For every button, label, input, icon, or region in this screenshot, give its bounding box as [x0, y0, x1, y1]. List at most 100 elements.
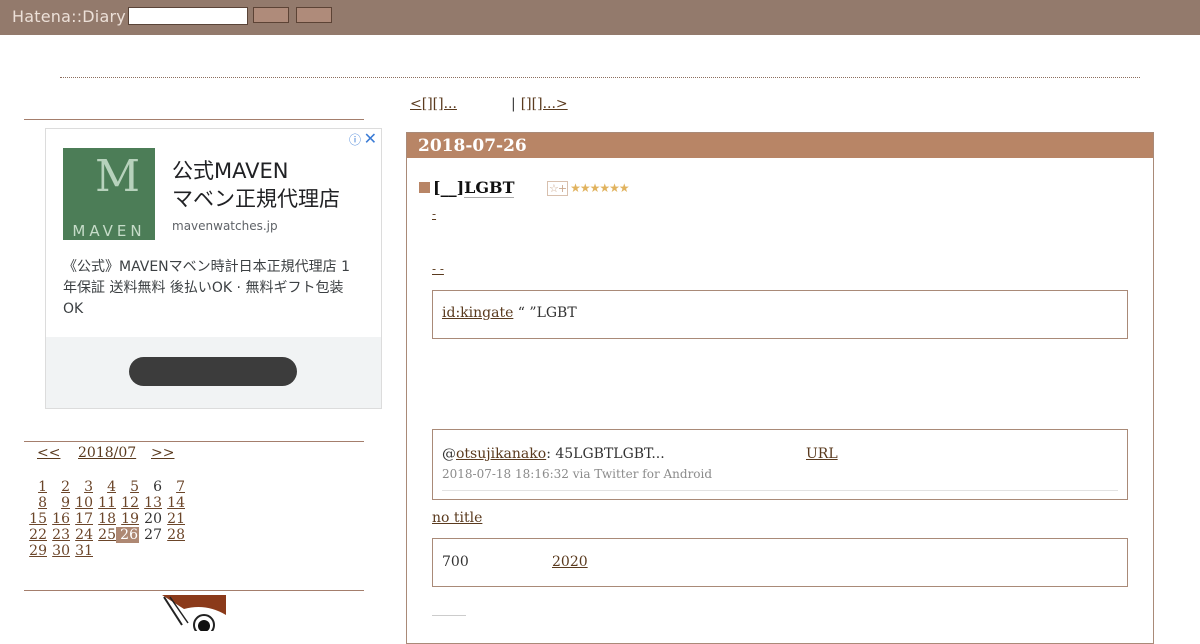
info-icon[interactable]: ⓘ — [349, 131, 361, 148]
entry-date[interactable]: 2018-07-26 — [407, 133, 1153, 158]
calendar-day-link[interactable]: 3 — [84, 479, 93, 495]
search-button[interactable] — [253, 7, 289, 23]
calendar-day-link[interactable]: 12 — [121, 495, 139, 511]
ad-headline-line2: マベン正規代理店 — [172, 187, 340, 211]
header-divider — [60, 77, 1140, 78]
calendar-day[interactable]: 10 — [70, 495, 93, 511]
calendar-day[interactable]: 13 — [139, 495, 162, 511]
calendar-day[interactable]: 31 — [70, 543, 93, 559]
calendar-day-link[interactable]: 1 — [38, 479, 47, 495]
site-logo[interactable]: Hatena::Diary — [12, 7, 126, 26]
add-star-icon[interactable]: ☆+ — [547, 181, 569, 196]
calendar-day[interactable]: 9 — [47, 495, 70, 511]
calendar-day[interactable]: 12 — [116, 495, 139, 511]
nav-separator: | — [511, 96, 516, 112]
calendar-day-link[interactable]: 19 — [121, 511, 139, 527]
calendar-day[interactable]: 1 — [24, 479, 47, 495]
section-marker-icon[interactable] — [419, 182, 430, 193]
calendar-day-link[interactable]: 9 — [61, 495, 70, 511]
calendar-day[interactable]: 16 — [47, 511, 70, 527]
calendar-day-link[interactable]: 26 — [119, 527, 139, 543]
diary-entry: 2018-07-26 [__]LGBT ☆+ ★★★★★★ - - - id:ki… — [406, 132, 1154, 644]
ad-logo-word: MAVEN — [72, 222, 146, 240]
ad-domain[interactable]: mavenwatches.jp — [172, 219, 278, 233]
entry-link-2[interactable]: - - — [432, 262, 542, 276]
tweet-url-link[interactable]: URL — [806, 446, 838, 462]
calendar-day[interactable]: 5 — [116, 479, 139, 495]
calendar-next-link[interactable]: >> — [151, 445, 174, 461]
calendar-day[interactable]: 8 — [24, 495, 47, 511]
calendar-week: 22 23 24 25 26 27 28 — [24, 527, 185, 543]
no-title-link[interactable]: no title — [432, 510, 482, 526]
calendar-day[interactable]: 18 — [93, 511, 116, 527]
calendar-day[interactable]: 15 — [24, 511, 47, 527]
prev-entry-link[interactable]: <[][]... — [410, 96, 506, 112]
section-category[interactable]: [__] — [433, 178, 464, 197]
sidebar-divider-calendar — [24, 441, 364, 442]
ad-description[interactable]: 《公式》MAVENマベン時計日本正規代理店 1年保証 送料無料 後払いOK · … — [63, 257, 358, 320]
calendar-day-link[interactable]: 15 — [29, 511, 47, 527]
calendar-day-link[interactable]: 21 — [167, 511, 185, 527]
calendar-day-link[interactable]: 4 — [107, 479, 116, 495]
calendar-day-link[interactable]: 2 — [61, 479, 70, 495]
calendar-day-link[interactable]: 13 — [144, 495, 162, 511]
quote3-link[interactable]: 2020 — [552, 554, 588, 570]
ad-logo[interactable]: M MAVEN — [63, 148, 155, 240]
calendar-day-link[interactable]: 14 — [167, 495, 185, 511]
calendar-day-link[interactable]: 22 — [29, 527, 47, 543]
quote1-user-link[interactable]: id:kingate — [442, 305, 513, 321]
calendar-day-link[interactable]: 5 — [130, 479, 139, 495]
calendar-day-link[interactable]: 28 — [167, 527, 185, 543]
calendar-day: 20 — [139, 511, 162, 527]
calendar-day[interactable]: 24 — [70, 527, 93, 543]
tweet-user-link[interactable]: otsujikanako — [456, 446, 546, 462]
calendar-day-link[interactable]: 25 — [98, 527, 116, 543]
calendar-day-link[interactable]: 24 — [75, 527, 93, 543]
mascot-image — [162, 595, 226, 631]
calendar-day-text: 20 — [144, 511, 162, 527]
close-icon[interactable]: ✕ — [364, 129, 377, 148]
calendar-day[interactable]: 21 — [162, 511, 185, 527]
calendar-day[interactable]: 30 — [47, 543, 70, 559]
calendar-day-link[interactable]: 17 — [75, 511, 93, 527]
diary-search-button[interactable] — [296, 7, 332, 23]
calendar-day-link[interactable]: 31 — [75, 543, 93, 559]
calendar-prev-link[interactable]: << — [37, 445, 60, 461]
calendar-day[interactable]: 19 — [116, 511, 139, 527]
star-rating: ☆+ ★★★★★★ — [547, 181, 630, 196]
entry-link-1[interactable]: - — [432, 207, 486, 221]
calendar-day-link[interactable]: 18 — [98, 511, 116, 527]
calendar-day-link[interactable]: 16 — [52, 511, 70, 527]
calendar-day[interactable]: 29 — [24, 543, 47, 559]
calendar-day[interactable]: 25 — [93, 527, 116, 543]
calendar-day[interactable]: 17 — [70, 511, 93, 527]
calendar-day-link[interactable]: 11 — [98, 495, 116, 511]
calendar-week: 29 30 31 — [24, 543, 185, 559]
calendar-day-link[interactable]: 23 — [52, 527, 70, 543]
calendar-day-link[interactable]: 7 — [176, 479, 185, 495]
calendar-day[interactable]: 2 — [47, 479, 70, 495]
next-entry-link[interactable]: [][]...> — [521, 96, 625, 112]
calendar-day[interactable]: 4 — [93, 479, 116, 495]
calendar-day[interactable]: 23 — [47, 527, 70, 543]
calendar-day[interactable]: 11 — [93, 495, 116, 511]
calendar-day-link[interactable]: 30 — [52, 543, 70, 559]
quote-box-1: id:kingate “ ”LGBT — [432, 290, 1128, 339]
ad-headline-line1: 公式MAVEN — [172, 159, 289, 183]
calendar-day[interactable]: 7 — [162, 479, 185, 495]
calendar-day[interactable]: 3 — [70, 479, 93, 495]
calendar-day-link[interactable]: 8 — [38, 495, 47, 511]
calendar-day[interactable]: 14 — [162, 495, 185, 511]
calendar-day-link[interactable]: 10 — [75, 495, 93, 511]
calendar-day-link[interactable]: 29 — [29, 543, 47, 559]
ad-cta-button[interactable] — [129, 357, 297, 386]
calendar-month-link[interactable]: 2018/07 — [78, 445, 136, 461]
stars-icon[interactable]: ★★★★★★ — [570, 181, 630, 195]
search-input[interactable] — [128, 7, 248, 25]
calendar-day[interactable]: 28 — [162, 527, 185, 543]
ad-banner[interactable]: ⓘ ✕ M MAVEN 公式MAVEN マベン正規代理店 mavenwatche… — [45, 128, 382, 409]
calendar-day[interactable]: 26 — [116, 527, 139, 543]
calendar-day — [139, 543, 162, 559]
ad-headline[interactable]: 公式MAVEN マベン正規代理店 — [172, 157, 340, 213]
calendar-day[interactable]: 22 — [24, 527, 47, 543]
